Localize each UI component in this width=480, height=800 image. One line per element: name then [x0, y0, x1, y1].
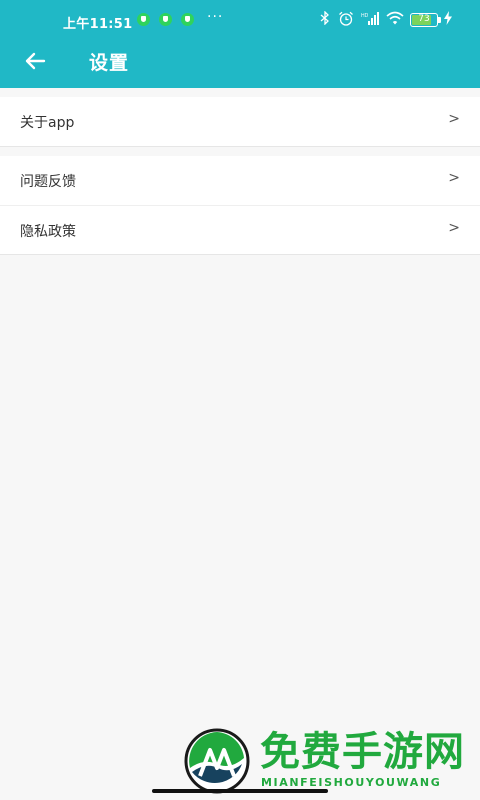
back-button[interactable] [20, 46, 50, 76]
settings-item-about-app[interactable]: 关于app > [0, 97, 480, 146]
chevron-right-icon: > [448, 111, 460, 127]
settings-group-about: 关于app > [0, 97, 480, 147]
watermark-subtitle: MIANFEISHOUYOUWANG [261, 776, 442, 789]
bluetooth-icon [320, 10, 330, 29]
settings-item-feedback[interactable]: 问题反馈 > [0, 156, 480, 205]
settings-item-label: 问题反馈 [20, 174, 76, 190]
chevron-right-icon: > [448, 170, 460, 186]
svg-text:HD: HD [361, 13, 369, 19]
settings-item-label: 关于app [20, 115, 75, 131]
arrow-left-icon [25, 52, 46, 70]
more-notifications: ··· [207, 9, 224, 25]
chevron-right-icon: > [448, 220, 460, 236]
wifi-icon [386, 11, 404, 29]
battery-level: 73 [418, 14, 430, 24]
status-time: 上午11:51 [63, 17, 133, 32]
battery-icon: 73 [410, 13, 438, 27]
charging-icon [444, 11, 452, 28]
settings-item-label: 隐私政策 [20, 224, 76, 240]
settings-group-support: 问题反馈 > 隐私政策 > [0, 156, 480, 255]
page-title: 设置 [89, 52, 130, 74]
watermark-title: 免费手游网 [260, 728, 465, 775]
battery-tip [438, 17, 441, 23]
top-app-bar: 上午11:51 ··· HD 73 设置 [0, 0, 480, 88]
alarm-icon [338, 11, 354, 30]
notification-shield-icon [159, 13, 172, 26]
watermark-logo-icon [184, 728, 250, 794]
watermark: 免费手游网 MIANFEISHOUYOUWANG [184, 728, 474, 794]
notification-shield-icon [137, 13, 150, 26]
notification-shield-icon [181, 13, 194, 26]
home-indicator[interactable] [152, 789, 328, 793]
signal-icon: HD [361, 11, 379, 30]
status-bar: 上午11:51 ··· HD 73 [0, 0, 480, 40]
settings-item-privacy-policy[interactable]: 隐私政策 > [0, 205, 480, 254]
